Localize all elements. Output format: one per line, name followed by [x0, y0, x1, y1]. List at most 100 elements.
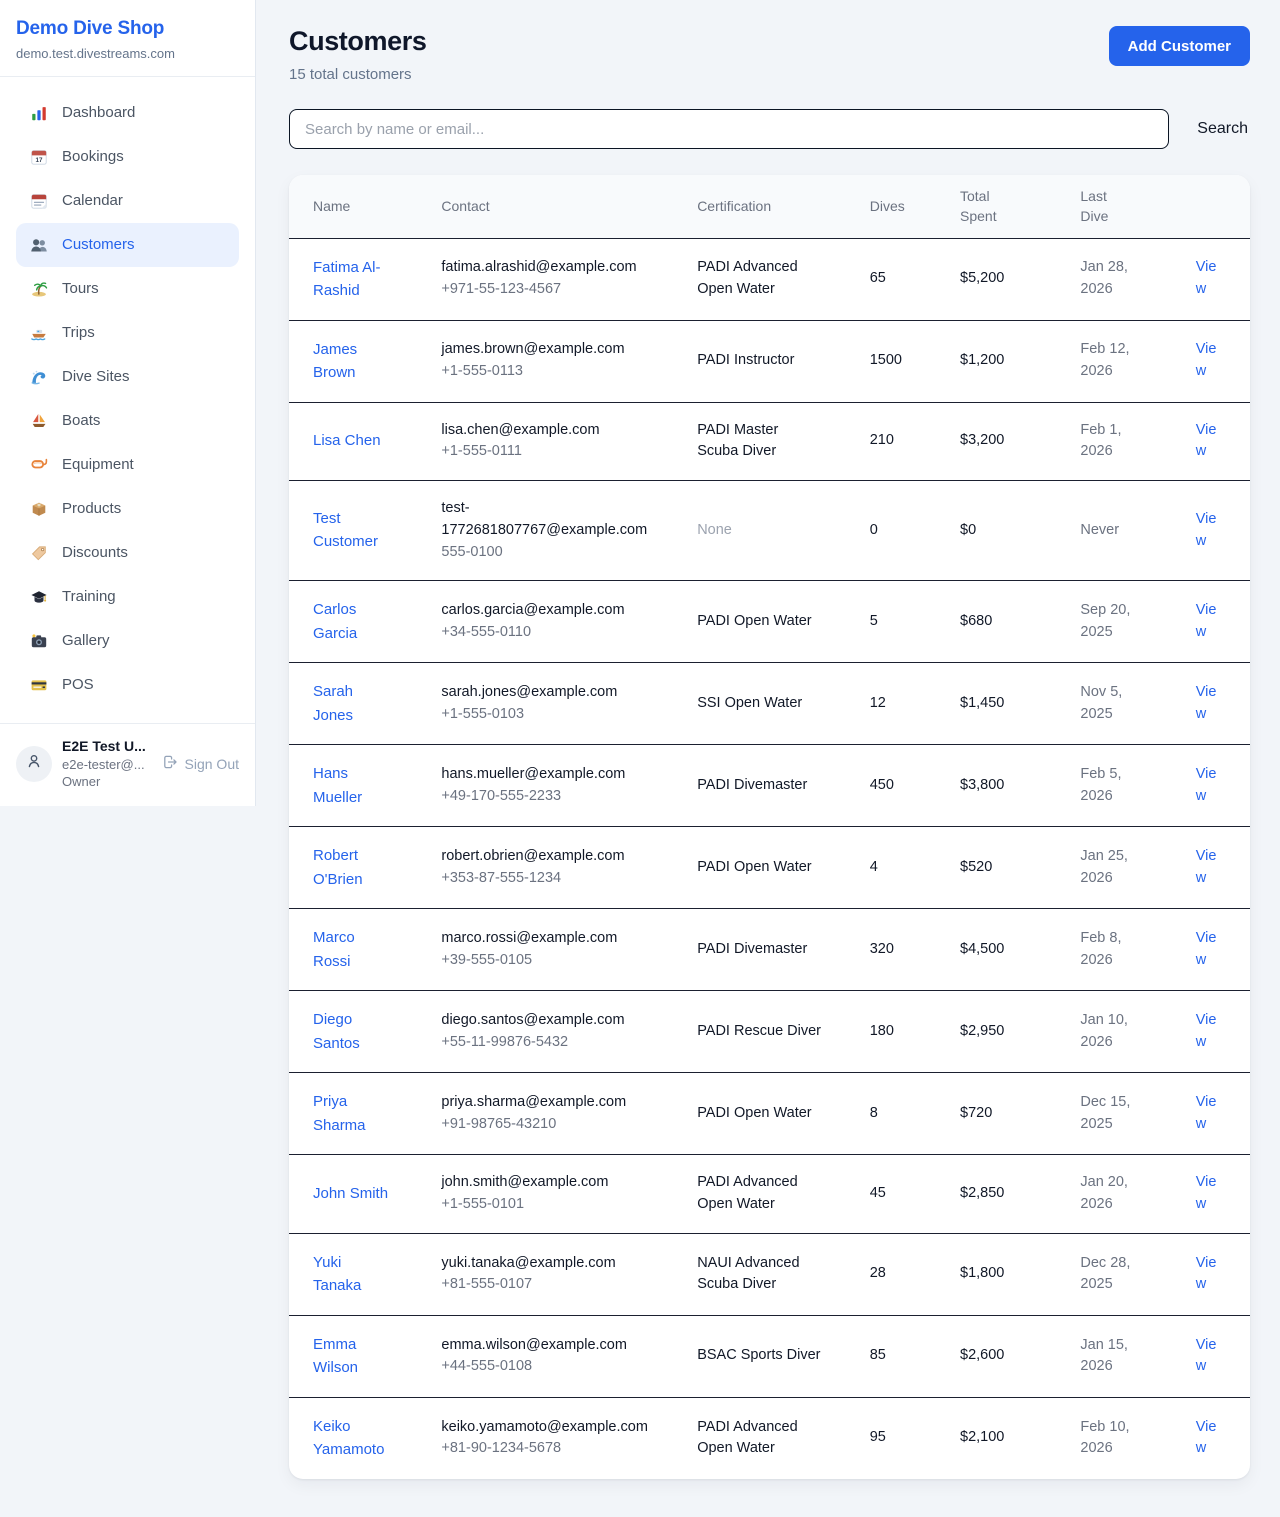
customer-total-spent: $2,600: [936, 1315, 1056, 1397]
customer-name-link[interactable]: Lisa Chen: [313, 429, 381, 452]
sidebar-item-label: Calendar: [62, 192, 123, 209]
sidebar-item-label: Dashboard: [62, 104, 135, 121]
customer-name-link[interactable]: Keiko Yamamoto: [313, 1415, 393, 1462]
customer-name-link[interactable]: Hans Mueller: [313, 762, 393, 809]
customer-name-link[interactable]: John Smith: [313, 1182, 388, 1205]
table-row: Diego Santos diego.santos@example.com +5…: [289, 991, 1250, 1073]
sidebar-item-label: Bookings: [62, 148, 124, 165]
view-link[interactable]: View: [1196, 848, 1217, 886]
customer-name-link[interactable]: Priya Sharma: [313, 1090, 393, 1137]
customer-name-link[interactable]: Sarah Jones: [313, 680, 393, 727]
customer-dives: 0: [846, 481, 936, 581]
sidebar-item-dive-sites[interactable]: Dive Sites: [16, 355, 239, 399]
products-icon: [30, 500, 48, 518]
customer-certification: PADI Advanced Open Water: [673, 1155, 846, 1234]
customer-email: john.smith@example.com: [441, 1172, 649, 1194]
customer-dives: 65: [846, 238, 936, 320]
sidebar-nav: Dashboard 17 Bookings Calendar Customers…: [0, 77, 255, 723]
customer-email: james.brown@example.com: [441, 339, 649, 361]
customer-last-dive: Dec 28, 2025: [1056, 1233, 1171, 1315]
customer-name-link[interactable]: Emma Wilson: [313, 1333, 393, 1380]
sidebar-item-tours[interactable]: Tours: [16, 267, 239, 311]
sidebar-item-boats[interactable]: Boats: [16, 399, 239, 443]
add-customer-button[interactable]: Add Customer: [1109, 26, 1250, 66]
sidebar-item-dashboard[interactable]: Dashboard: [16, 91, 239, 135]
customer-name-link[interactable]: Test Customer: [313, 507, 393, 554]
customer-name-link[interactable]: James Brown: [313, 338, 393, 385]
sidebar-item-label: POS: [62, 676, 94, 693]
customer-last-dive: Dec 15, 2025: [1056, 1073, 1171, 1155]
customer-certification: PADI Advanced Open Water: [673, 1397, 846, 1479]
customer-name-link[interactable]: Carlos Garcia: [313, 598, 393, 645]
customer-phone: 555-0100: [441, 542, 649, 564]
sidebar-item-bookings[interactable]: 17 Bookings: [16, 135, 239, 179]
sidebar-item-pos[interactable]: POS: [16, 663, 239, 707]
customer-total-spent: $3,800: [936, 745, 1056, 827]
customer-total-spent: $1,800: [936, 1233, 1056, 1315]
customer-phone: +39-555-0105: [441, 950, 649, 972]
customer-name-link[interactable]: Yuki Tanaka: [313, 1251, 393, 1298]
sidebar-item-label: Boats: [62, 412, 100, 429]
view-link[interactable]: View: [1196, 422, 1217, 460]
customer-certification: NAUI Advanced Scuba Diver: [673, 1233, 846, 1315]
view-link[interactable]: View: [1196, 1174, 1217, 1212]
view-link[interactable]: View: [1196, 1337, 1217, 1375]
customer-last-dive: Jan 15, 2026: [1056, 1315, 1171, 1397]
table-row: Carlos Garcia carlos.garcia@example.com …: [289, 581, 1250, 663]
sidebar-header: Demo Dive Shop demo.test.divestreams.com: [0, 0, 255, 77]
customer-name-link[interactable]: Robert O'Brien: [313, 844, 393, 891]
page-header: Customers 15 total customers Add Custome…: [289, 26, 1250, 83]
table-row: Keiko Yamamoto keiko.yamamoto@example.co…: [289, 1397, 1250, 1479]
customer-name-link[interactable]: Fatima Al-Rashid: [313, 256, 393, 303]
customer-name-link[interactable]: Diego Santos: [313, 1008, 393, 1055]
sidebar-item-equipment[interactable]: Equipment: [16, 443, 239, 487]
view-link[interactable]: View: [1196, 602, 1217, 640]
sidebar-item-training[interactable]: Training: [16, 575, 239, 619]
customer-last-dive: Jan 25, 2026: [1056, 827, 1171, 909]
customers-table-card: Name Contact Certification Dives Total S…: [289, 175, 1250, 1479]
customer-total-spent: $680: [936, 581, 1056, 663]
customer-name-link[interactable]: Marco Rossi: [313, 926, 393, 973]
user-email: e2e-tester@...: [62, 756, 152, 774]
view-link[interactable]: View: [1196, 930, 1217, 968]
view-link[interactable]: View: [1196, 341, 1217, 379]
view-link[interactable]: View: [1196, 766, 1217, 804]
customer-total-spent: $520: [936, 827, 1056, 909]
customer-total-spent: $720: [936, 1073, 1056, 1155]
dive-sites-icon: [30, 368, 48, 386]
boats-icon: [30, 412, 48, 430]
shop-name-link[interactable]: Demo Dive Shop: [16, 18, 239, 41]
sidebar-item-trips[interactable]: Trips: [16, 311, 239, 355]
view-link[interactable]: View: [1196, 259, 1217, 297]
trips-icon: [30, 324, 48, 342]
sidebar-item-label: Equipment: [62, 456, 134, 473]
column-header-last-dive: Last Dive: [1056, 175, 1171, 238]
customer-email: priya.sharma@example.com: [441, 1092, 649, 1114]
sidebar-item-calendar[interactable]: Calendar: [16, 179, 239, 223]
sidebar-item-gallery[interactable]: Gallery: [16, 619, 239, 663]
customer-phone: +49-170-555-2233: [441, 786, 649, 808]
column-header-total-spent: Total Spent: [936, 175, 1056, 238]
customer-dives: 5: [846, 581, 936, 663]
view-link[interactable]: View: [1196, 511, 1217, 549]
sidebar-item-products[interactable]: Products: [16, 487, 239, 531]
table-row: Test Customer test-1772681807767@example…: [289, 481, 1250, 581]
sign-out-button[interactable]: Sign Out: [162, 754, 239, 773]
customer-phone: +34-555-0110: [441, 622, 649, 644]
sidebar-item-customers[interactable]: Customers: [16, 223, 239, 267]
view-link[interactable]: View: [1196, 1012, 1217, 1050]
customer-email: marco.rossi@example.com: [441, 928, 649, 950]
view-link[interactable]: View: [1196, 1255, 1217, 1293]
customer-email: diego.santos@example.com: [441, 1010, 649, 1032]
customer-certification: PADI Open Water: [673, 1073, 846, 1155]
search-button[interactable]: Search: [1195, 120, 1250, 138]
view-link[interactable]: View: [1196, 684, 1217, 722]
view-link[interactable]: View: [1196, 1419, 1217, 1457]
customer-dives: 8: [846, 1073, 936, 1155]
sidebar-item-discounts[interactable]: Discounts: [16, 531, 239, 575]
customers-table-body: Fatima Al-Rashid fatima.alrashid@example…: [289, 238, 1250, 1479]
customer-email: emma.wilson@example.com: [441, 1335, 649, 1357]
customer-phone: +81-90-1234-5678: [441, 1438, 649, 1460]
search-input[interactable]: [289, 109, 1169, 149]
view-link[interactable]: View: [1196, 1094, 1217, 1132]
